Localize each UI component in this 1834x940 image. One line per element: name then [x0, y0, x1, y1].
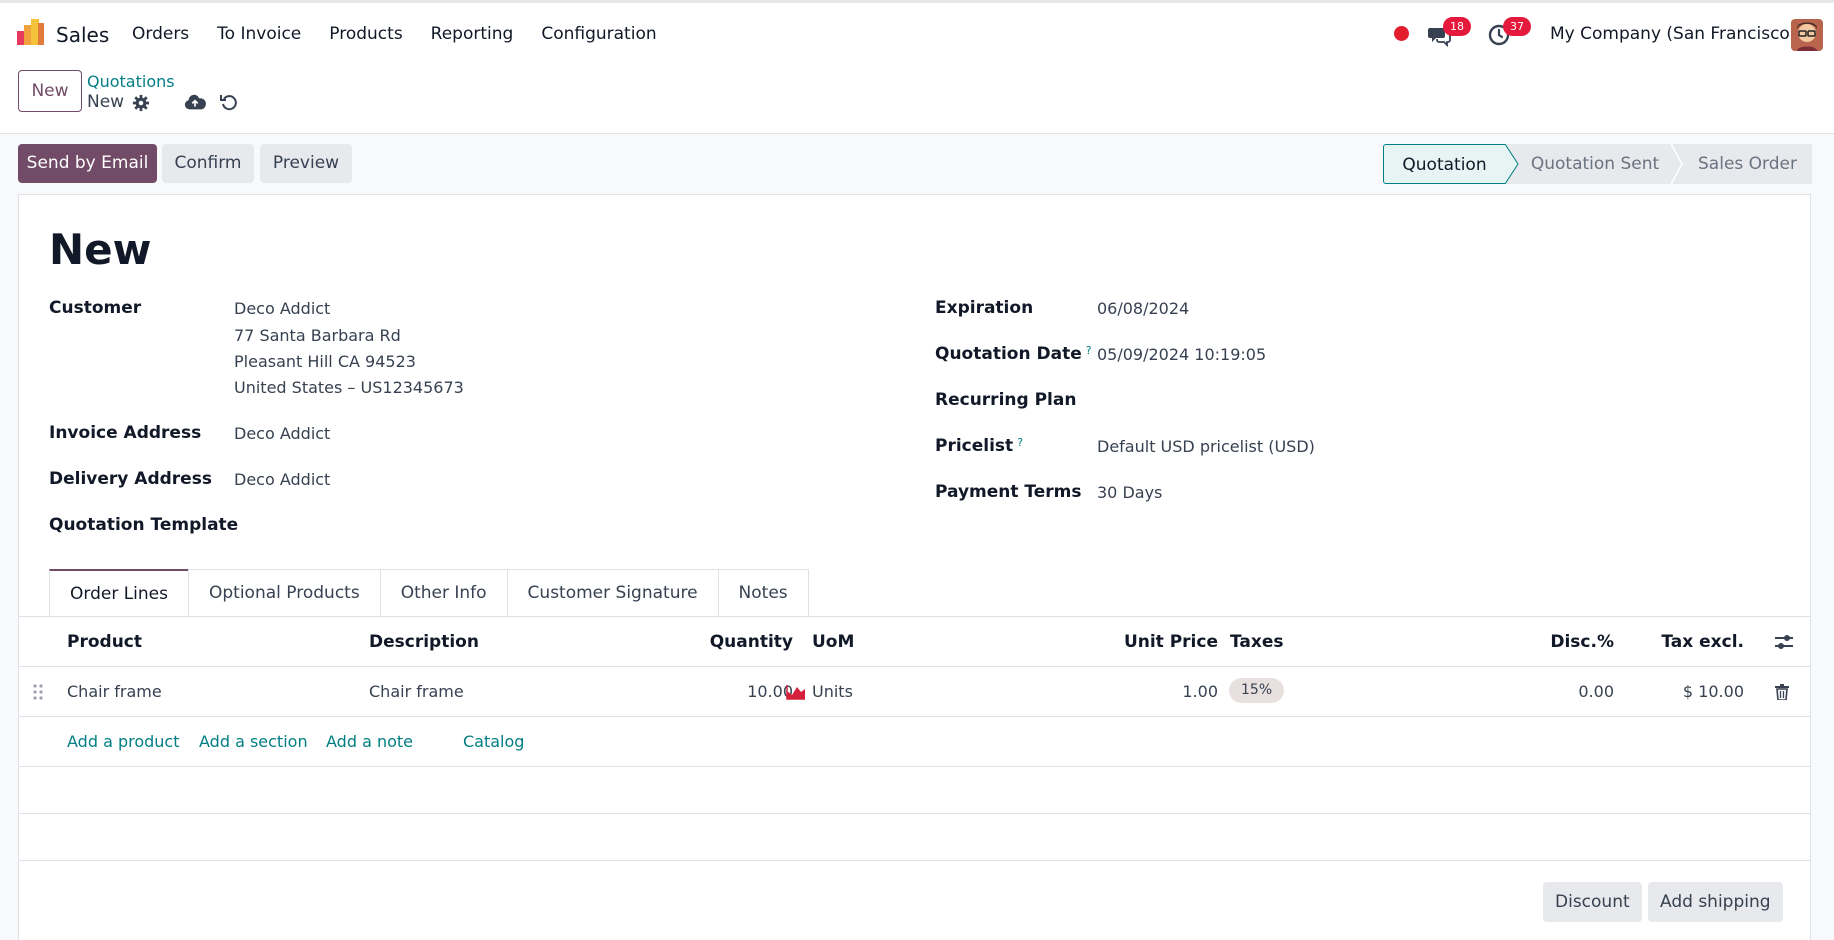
preview-button[interactable]: Preview: [260, 144, 352, 183]
breadcrumb-current: New: [87, 92, 125, 112]
menu-configuration[interactable]: Configuration: [541, 24, 656, 44]
optional-columns-icon[interactable]: [1774, 634, 1794, 650]
record-title[interactable]: New: [49, 225, 151, 274]
activities-badge: 37: [1503, 17, 1531, 36]
customer-address-line3: United States – US12345673: [234, 378, 464, 397]
header-description[interactable]: Description: [369, 632, 479, 652]
pricelist-field[interactable]: Default USD pricelist (USD): [1097, 437, 1315, 456]
discount-button[interactable]: Discount: [1543, 882, 1642, 922]
pricelist-label: Pricelist?: [935, 436, 1023, 456]
tab-other-info[interactable]: Other Info: [379, 569, 508, 617]
stage-quotation[interactable]: Quotation: [1383, 144, 1505, 184]
menu-reporting[interactable]: Reporting: [431, 24, 514, 44]
invoice-address-field[interactable]: Deco Addict: [234, 424, 330, 443]
stage-sales-order[interactable]: Sales Order: [1683, 144, 1812, 184]
cell-unit-price[interactable]: 1.00: [1119, 682, 1218, 701]
cell-product[interactable]: Chair frame: [67, 682, 162, 701]
header-product[interactable]: Product: [67, 632, 142, 652]
header-unit-price[interactable]: Unit Price: [1119, 632, 1218, 652]
help-icon[interactable]: ?: [1017, 436, 1023, 449]
menu-to-invoice[interactable]: To Invoice: [217, 24, 301, 44]
customer-address-line2: Pleasant Hill CA 94523: [234, 352, 416, 371]
quotation-date-field[interactable]: 05/09/2024 10:19:05: [1097, 345, 1266, 364]
pricelist-label-text: Pricelist: [935, 436, 1014, 456]
control-panel: New Quotations New: [0, 64, 1834, 134]
add-shipping-button[interactable]: Add shipping: [1648, 882, 1783, 922]
messages-badge: 18: [1443, 17, 1471, 36]
add-product-link[interactable]: Add a product: [67, 732, 180, 751]
quotation-template-field[interactable]: [234, 515, 794, 537]
tab-notes[interactable]: Notes: [717, 569, 809, 617]
tab-customer-signature[interactable]: Customer Signature: [506, 569, 719, 617]
quotation-date-label-text: Quotation Date: [935, 344, 1082, 364]
table-header: Product Description Quantity UoM Unit Pr…: [19, 617, 1810, 667]
empty-row: [19, 767, 1810, 814]
header-taxes[interactable]: Taxes: [1230, 632, 1284, 652]
customer-field[interactable]: Deco Addict: [234, 299, 330, 318]
delivery-address-label: Delivery Address: [49, 469, 212, 489]
menu-orders[interactable]: Orders: [132, 24, 189, 44]
tax-tag[interactable]: 15%: [1229, 678, 1285, 703]
recording-dot-icon[interactable]: [1394, 26, 1409, 41]
app-logo-icon[interactable]: [17, 19, 45, 47]
user-avatar[interactable]: [1791, 19, 1823, 51]
help-icon[interactable]: ?: [1086, 344, 1092, 357]
table-row[interactable]: Chair frame Chair frame 10.00 Units 1.00…: [19, 667, 1810, 717]
payment-terms-label: Payment Terms: [935, 482, 1082, 502]
tab-order-lines[interactable]: Order Lines: [49, 569, 189, 617]
header-quantity[interactable]: Quantity: [699, 632, 793, 652]
recurring-plan-label: Recurring Plan: [935, 390, 1077, 410]
drag-handle-icon[interactable]: [33, 684, 43, 700]
tab-optional-products[interactable]: Optional Products: [188, 569, 381, 617]
discard-icon[interactable]: [219, 92, 239, 112]
add-section-link[interactable]: Add a section: [199, 732, 308, 751]
catalog-link[interactable]: Catalog: [463, 732, 524, 751]
app-name[interactable]: Sales: [56, 23, 109, 47]
action-bar: Send by Email Confirm Preview Quotation …: [0, 134, 1834, 194]
activities-button[interactable]: 37: [1487, 17, 1531, 47]
quotation-date-label: Quotation Date?: [935, 344, 1092, 364]
cell-quantity[interactable]: 10.00: [699, 682, 793, 701]
stage-arrow-icon: [1505, 144, 1519, 184]
new-button[interactable]: New: [18, 70, 82, 112]
customer-address-line1: 77 Santa Barbara Rd: [234, 326, 401, 345]
menu-products[interactable]: Products: [329, 24, 402, 44]
confirm-button[interactable]: Confirm: [162, 144, 254, 183]
empty-row: [19, 814, 1810, 861]
top-navbar: Sales Orders To Invoice Products Reporti…: [0, 0, 1834, 64]
cell-description[interactable]: Chair frame: [369, 682, 464, 701]
gear-icon[interactable]: [132, 94, 150, 112]
recurring-plan-field[interactable]: [1097, 390, 1777, 412]
stage-quotation-sent[interactable]: Quotation Sent: [1519, 144, 1671, 184]
send-by-email-button[interactable]: Send by Email: [18, 144, 157, 183]
status-bar: Quotation Quotation Sent Sales Order: [1383, 144, 1812, 184]
stage-separator-icon: [1671, 144, 1683, 184]
cell-discount[interactable]: 0.00: [1499, 682, 1614, 701]
cloud-upload-icon[interactable]: [184, 92, 206, 112]
breadcrumb-quotations[interactable]: Quotations: [87, 72, 175, 91]
forecast-chart-icon[interactable]: [786, 684, 806, 700]
expiration-label: Expiration: [935, 298, 1034, 318]
payment-terms-field[interactable]: 30 Days: [1097, 483, 1162, 502]
add-line-row: Add a product Add a section Add a note C…: [19, 717, 1810, 767]
notebook-tabs: Order Lines Optional Products Other Info…: [49, 569, 809, 617]
header-uom[interactable]: UoM: [812, 632, 854, 652]
header-tax-excl[interactable]: Tax excl.: [1639, 632, 1744, 652]
cell-uom[interactable]: Units: [812, 682, 853, 701]
delivery-address-field[interactable]: Deco Addict: [234, 470, 330, 489]
form-sheet: New Customer Deco Addict 77 Santa Barbar…: [18, 194, 1811, 940]
company-switcher[interactable]: My Company (San Francisco): [1550, 24, 1796, 44]
quotation-template-label: Quotation Template: [49, 515, 239, 535]
header-discount[interactable]: Disc.%: [1499, 632, 1614, 652]
trash-icon[interactable]: [1775, 684, 1789, 700]
invoice-address-label: Invoice Address: [49, 423, 202, 443]
main-menu: Orders To Invoice Products Reporting Con…: [118, 24, 671, 44]
cell-subtotal: $ 10.00: [1682, 682, 1744, 701]
messages-button[interactable]: 18: [1427, 17, 1471, 48]
expiration-field[interactable]: 06/08/2024: [1097, 299, 1189, 318]
add-note-link[interactable]: Add a note: [326, 732, 413, 751]
customer-label: Customer: [49, 298, 142, 318]
